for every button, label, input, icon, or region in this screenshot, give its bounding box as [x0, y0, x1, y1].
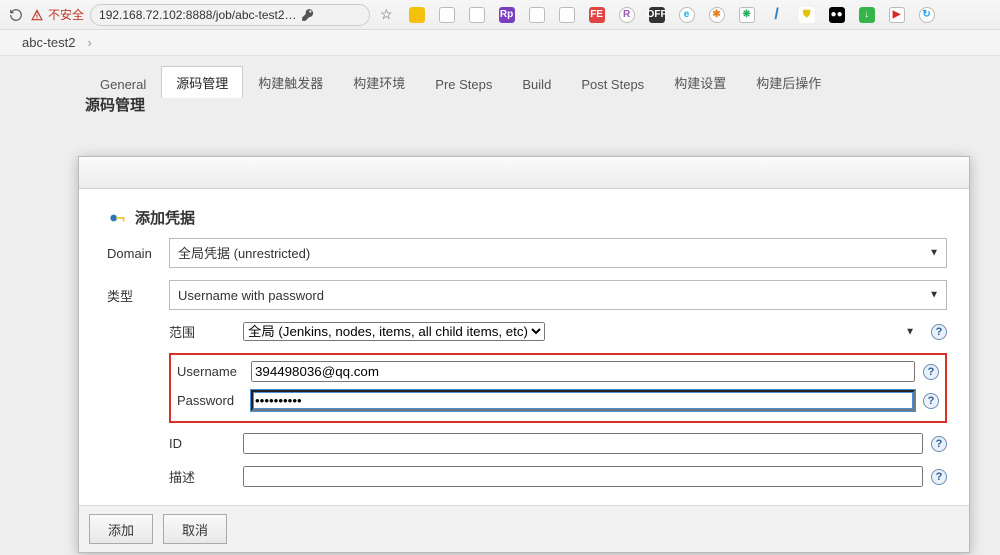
type-label: 类型: [107, 286, 159, 305]
ext-icon[interactable]: ↓: [859, 7, 875, 23]
id-input[interactable]: [243, 433, 923, 454]
breadcrumb-item[interactable]: abc-test2: [22, 35, 75, 50]
tab-post-steps[interactable]: Post Steps: [566, 70, 659, 98]
ext-icon[interactable]: [439, 7, 455, 23]
tab-pre-steps[interactable]: Pre Steps: [420, 70, 507, 98]
ext-icon[interactable]: ●●: [829, 7, 845, 23]
username-input[interactable]: [251, 361, 915, 382]
dialog-title: 添加凭据: [107, 207, 947, 228]
type-select[interactable]: Username with password: [169, 280, 947, 310]
ext-icon[interactable]: /: [769, 7, 785, 23]
star-icon[interactable]: ☆: [380, 6, 393, 23]
password-input[interactable]: [251, 390, 915, 411]
domain-select[interactable]: 全局凭据 (unrestricted): [169, 238, 947, 268]
row-domain: Domain 全局凭据 (unrestricted) ▼: [107, 238, 947, 268]
omnibox[interactable]: 192.168.72.102:8888/job/abc-test2…: [90, 4, 370, 26]
page-area: General 源码管理 构建触发器 构建环境 Pre Steps Build …: [0, 56, 1000, 555]
desc-input[interactable]: [243, 466, 923, 487]
ext-icon[interactable]: R: [619, 7, 635, 23]
ext-icon[interactable]: e: [679, 7, 695, 23]
tab-build-settings[interactable]: 构建设置: [659, 66, 741, 98]
breadcrumb: abc-test2 ›: [0, 30, 1000, 56]
row-id: ID ?: [169, 433, 947, 454]
dialog-titlebar[interactable]: [79, 157, 969, 189]
omnibox-url: 192.168.72.102:8888/job/abc-test2…: [99, 8, 296, 22]
ext-icon[interactable]: [469, 7, 485, 23]
ext-icon[interactable]: OFF: [649, 7, 665, 23]
row-scope: 范围 全局 (Jenkins, nodes, items, all child …: [169, 322, 947, 341]
password-label: Password: [177, 393, 245, 408]
help-icon[interactable]: ?: [931, 436, 947, 452]
id-label: ID: [169, 436, 237, 451]
chevron-down-icon: ▼: [905, 326, 915, 337]
ext-icon[interactable]: ▶: [889, 7, 905, 23]
help-icon[interactable]: ?: [931, 324, 947, 340]
domain-label: Domain: [107, 246, 159, 261]
ext-icon[interactable]: ❋: [739, 7, 755, 23]
help-icon[interactable]: ?: [923, 364, 939, 380]
config-tabs: General 源码管理 构建触发器 构建环境 Pre Steps Build …: [85, 66, 836, 98]
tab-triggers[interactable]: 构建触发器: [243, 66, 338, 98]
ext-icon[interactable]: ✱: [709, 7, 725, 23]
help-icon[interactable]: ?: [923, 393, 939, 409]
tab-build-env[interactable]: 构建环境: [338, 66, 420, 98]
scope-select[interactable]: 全局 (Jenkins, nodes, items, all child ite…: [243, 322, 545, 341]
help-icon[interactable]: ?: [931, 469, 947, 485]
ext-icon[interactable]: ⛊: [799, 7, 815, 23]
ext-icon[interactable]: [559, 7, 575, 23]
key-icon: [107, 208, 127, 228]
ext-icon[interactable]: Rp: [499, 7, 515, 23]
add-button[interactable]: 添加: [89, 514, 153, 544]
desc-label: 描述: [169, 467, 237, 486]
row-desc: 描述 ?: [169, 466, 947, 487]
extension-chips: Rp FE R OFF e ✱ ❋ / ⛊ ●● ↓ ▶ ↻: [409, 7, 992, 23]
ext-icon[interactable]: [409, 7, 425, 23]
row-password: Password ?: [177, 390, 939, 411]
scope-label: 范围: [169, 322, 237, 341]
dialog-title-text: 添加凭据: [135, 207, 195, 228]
insecure-label: 不安全: [48, 6, 84, 23]
cancel-button[interactable]: 取消: [163, 514, 227, 544]
breadcrumb-sep: ›: [87, 35, 91, 50]
credentials-highlight: Username ? Password ?: [169, 353, 947, 423]
ext-icon[interactable]: ↻: [919, 7, 935, 23]
ext-icon[interactable]: [529, 7, 545, 23]
add-credentials-dialog: 添加凭据 Domain 全局凭据 (unrestricted) ▼ 类型: [78, 156, 970, 553]
row-username: Username ?: [177, 361, 939, 382]
key-icon: [301, 8, 315, 22]
dialog-footer: 添加 取消: [79, 505, 969, 552]
username-label: Username: [177, 364, 245, 379]
tab-scm[interactable]: 源码管理: [161, 66, 243, 98]
tab-build[interactable]: Build: [507, 70, 566, 98]
row-type: 类型 Username with password ▼: [107, 280, 947, 310]
insecure-badge: 不安全: [30, 6, 84, 23]
section-title: 源码管理: [85, 94, 145, 115]
ext-icon[interactable]: FE: [589, 7, 605, 23]
browser-chrome: 不安全 192.168.72.102:8888/job/abc-test2… ☆…: [0, 0, 1000, 30]
reload-icon[interactable]: [8, 7, 24, 23]
tab-post-build[interactable]: 构建后操作: [741, 66, 836, 98]
